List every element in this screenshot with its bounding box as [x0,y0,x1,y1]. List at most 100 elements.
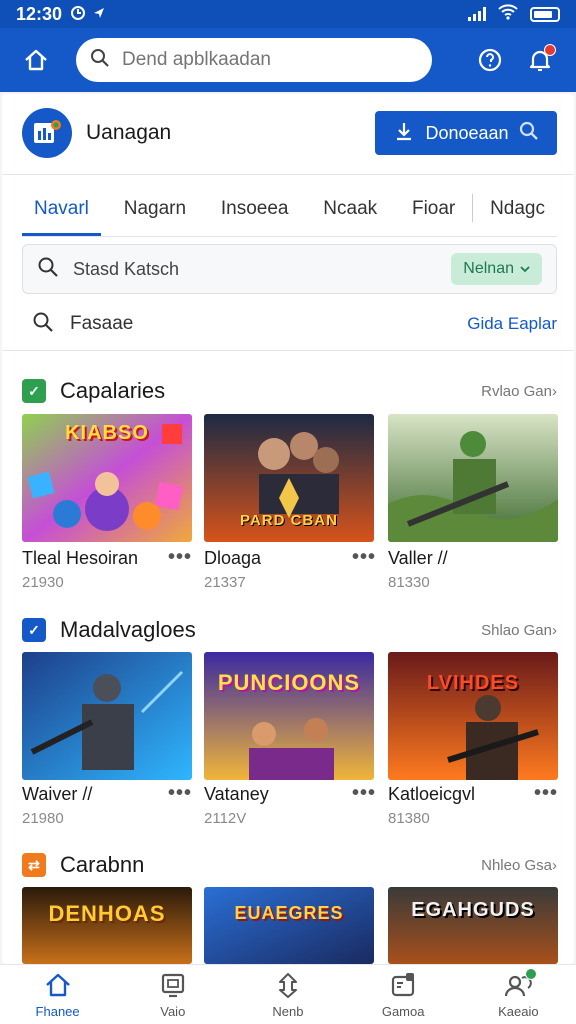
game-thumbnail[interactable]: EGAHGUDS [388,887,558,964]
download-label: Donoeaan [425,122,509,143]
game-name[interactable]: Waiver // [22,784,92,805]
game-banner: PARD CBAN [240,512,338,529]
nav-item-puzzle[interactable]: Nenb [238,970,338,1019]
more-options-icon[interactable]: ••• [168,782,192,805]
status-bar: 12:30 [0,0,576,28]
chevron-down-icon [520,260,530,278]
tab-separator [472,194,473,222]
tab-3[interactable]: Ncaak [311,182,389,236]
home-icon [43,970,73,1000]
game-count: 21930 [22,574,64,591]
back-home-icon[interactable] [16,40,56,80]
more-options-icon[interactable]: ••• [352,546,376,569]
tab-1[interactable]: Nagarn [112,182,198,236]
section-title: Carabnn [60,852,145,877]
nav-item-profile[interactable]: Kaeaio [468,968,568,1019]
nav-item-home[interactable]: Fhanee [8,970,108,1019]
game-thumbnail[interactable]: LVIHDES [388,652,558,780]
app-logo [22,108,72,158]
search-input[interactable] [122,49,402,71]
filter-search-bar[interactable]: Stasd Katsch Nelnan [22,244,557,294]
more-options-icon[interactable]: ••• [534,782,558,805]
game-name[interactable]: Dloaga [204,548,261,569]
section-title: Madalvagloes [60,617,196,642]
nav-label: Gamoa [381,1004,425,1019]
notification-icon[interactable] [520,40,560,80]
game-name[interactable]: Tleal Hesoiran [22,548,138,569]
game-count: 21980 [22,810,64,827]
nav-label: Kaeaio [498,1004,539,1019]
filter-chip-label: Nelnan [463,260,514,277]
check-icon: ✓ [22,379,46,403]
secondary-label: Fasaae [70,313,134,334]
nav-label: Vaio [160,1004,186,1019]
see-all-link[interactable]: Rvlao Gan› [481,383,557,400]
game-banner: DENHOAS [48,901,166,926]
game-name[interactable]: Katloeicgvl [388,784,475,805]
search-icon [90,48,110,73]
game-banner: EUAEGRES [234,903,344,923]
game-name[interactable]: Vataney [204,784,269,805]
app-bar [0,28,576,92]
tabs-divider [22,236,557,237]
tab-2[interactable]: Insoeea [209,182,301,236]
download-button[interactable]: Donoeaan [375,111,557,155]
game-name[interactable]: Valler // [388,548,448,569]
game-thumbnail[interactable]: KIABSO [22,414,192,542]
tab-5[interactable]: Ndagc [478,182,557,236]
more-options-icon[interactable]: ••• [352,782,376,805]
nav-label: Fhanee [35,1004,80,1019]
app-header: Uanagan Donoeaan [22,108,557,158]
app-name: Uanagan [86,121,172,144]
game-thumbnail[interactable]: PUNCIOONS [204,652,374,780]
search-bar[interactable] [76,38,432,82]
sync-icon [70,5,86,24]
game-count: 2112V [204,810,247,827]
section-header: ✓ Capalaries Rvlao Gan› [22,376,557,406]
help-icon[interactable] [470,40,510,80]
tv-icon [158,970,188,1000]
main-content: Uanagan Donoeaan Navarl Nagarn Insoeea N… [2,94,574,964]
category-tabs: Navarl Nagarn Insoeea Ncaak Fioar Ndagc [22,182,557,236]
profile-icon [503,968,538,1000]
wifi-icon [498,3,518,25]
game-count: 81330 [388,574,430,591]
game-thumbnail[interactable] [22,652,192,780]
arrows-icon: ⇄ [22,853,46,877]
game-thumbnail[interactable] [388,414,558,542]
gamepad-icon [388,970,418,1000]
location-icon [92,6,106,23]
more-options-icon[interactable]: ••• [168,546,192,569]
search-icon[interactable] [32,311,54,338]
game-banner: PUNCIOONS [217,670,361,695]
secondary-link[interactable]: Gida Eaplar [467,314,557,334]
section-header: ✓ Madalvagloes Shlao Gan› [22,615,557,645]
divider [2,350,574,351]
game-banner: LVIHDES [426,672,520,694]
secondary-search-row: Fasaae Gida Eaplar [32,306,557,342]
tab-4[interactable]: Fioar [400,182,467,236]
game-banner: EGAHGUDS [411,899,535,921]
filter-chip[interactable]: Nelnan [451,253,542,285]
status-time: 12:30 [16,3,63,24]
game-thumbnail[interactable]: DENHOAS [22,887,192,964]
filter-placeholder: Stasd Katsch [73,258,180,279]
search-icon [519,121,539,146]
see-all-link[interactable]: Nhleo Gsa› [481,857,557,874]
game-banner: KIABSO [65,422,149,444]
game-thumbnail[interactable]: PARD CBAN [204,414,374,542]
game-count: 81380 [388,810,430,827]
see-all-link[interactable]: Shlao Gan› [481,622,557,639]
download-icon [393,120,415,147]
divider [2,174,574,175]
signal-icon [468,7,486,21]
game-thumbnail[interactable]: EUAEGRES [204,887,374,964]
search-icon [37,256,59,283]
battery-icon [530,6,560,22]
nav-item-games[interactable]: Gamoa [353,970,453,1019]
tab-0[interactable]: Navarl [22,182,101,236]
nav-item-video[interactable]: Vaio [123,970,223,1019]
section-title: Capalaries [60,378,166,403]
check-icon: ✓ [22,618,46,642]
status-dot [525,968,538,980]
